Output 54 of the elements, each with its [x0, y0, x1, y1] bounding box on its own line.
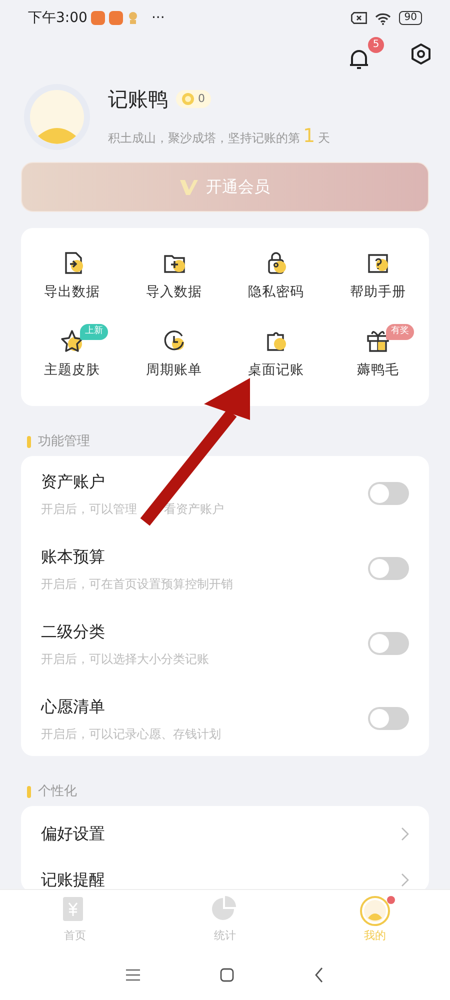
section-marker-icon [27, 436, 31, 448]
sim-icon [351, 12, 368, 24]
chevron-right-icon [401, 827, 409, 841]
bell-icon [348, 47, 370, 71]
user-name: 记账鸭 [108, 86, 168, 113]
tool-icon [59, 328, 85, 354]
toggle-switch[interactable] [368, 482, 409, 505]
motto-text: 积土成山，聚沙成塔，坚持记账的第 [108, 130, 300, 147]
menu-icon[interactable] [126, 968, 140, 980]
setting-description: 开启后，可以管理 [41, 500, 137, 518]
settings-icon[interactable] [410, 43, 432, 65]
setting-title: 资产账户 [41, 470, 106, 492]
setting-description: 看资产账户 [164, 500, 224, 518]
tool-badge: 上新 [80, 324, 108, 340]
setting-title: 心愿清单 [41, 696, 106, 718]
notification-dot [387, 896, 395, 904]
app-notification-icon [127, 11, 140, 25]
tool-button[interactable]: 导入数据 [123, 242, 225, 320]
v-logo-icon [180, 179, 198, 195]
menu-item-title[interactable]: 偏好设置 [41, 822, 401, 846]
chevron-right-icon [401, 873, 409, 887]
tool-button[interactable]: 桌面记账 [225, 320, 327, 398]
coin-icon [182, 92, 194, 105]
home-icon[interactable] [220, 968, 234, 982]
tool-icon [365, 328, 391, 354]
notification-count-badge: 5 [368, 37, 384, 53]
section-title: 功能管理 [38, 433, 90, 452]
tool-button[interactable]: 帮助手册 [327, 242, 429, 320]
tool-button[interactable]: 隐私密码 [225, 242, 327, 320]
toggle-switch[interactable] [368, 632, 409, 655]
status-time: 下午3:00 [28, 8, 88, 28]
toggle-switch[interactable] [368, 707, 409, 730]
battery-indicator: 90 [399, 11, 422, 25]
section-marker-icon [27, 786, 31, 798]
setting-title: 账本预算 [41, 546, 106, 568]
app-notification-icon [91, 11, 106, 25]
more-notifications: ··· [151, 8, 165, 28]
setting-description: 开启后，可以记录心愿、存钱计划 [41, 726, 221, 742]
tool-button[interactable]: 导出数据 [21, 242, 123, 320]
tool-badge: 有奖 [386, 324, 414, 340]
section-title: 个性化 [38, 783, 77, 802]
app-notification-icon [109, 11, 124, 25]
menu-item-title[interactable]: 记账提醒 [41, 868, 401, 892]
wifi-icon [375, 12, 392, 24]
coin-balance: 0 [176, 90, 211, 108]
tab-icon [360, 896, 390, 926]
setting-description: 开启后，可在首页设置预算控制开销 [41, 576, 233, 592]
setting-title: 二级分类 [41, 620, 106, 642]
motto-suffix: 天 [318, 130, 330, 147]
avatar-icon [24, 84, 90, 150]
streak-days: 1 [303, 122, 316, 150]
toggle-switch[interactable] [368, 557, 409, 580]
back-icon[interactable] [314, 966, 324, 982]
setting-description: 开启后，可以选择大小分类记账 [41, 650, 209, 668]
